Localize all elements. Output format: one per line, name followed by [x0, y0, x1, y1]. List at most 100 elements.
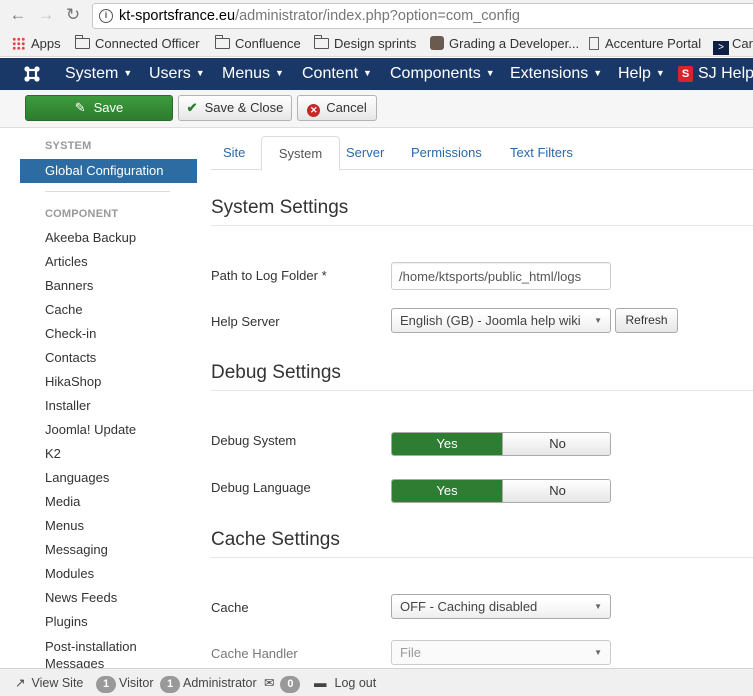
bookmark-confluence[interactable]: Confluence [215, 35, 301, 54]
help-server-select[interactable]: English (GB) - Joomla help wiki ▼ [391, 308, 611, 333]
debug-system-yes[interactable]: Yes [392, 433, 502, 455]
back-arrow-icon[interactable]: ← [8, 5, 28, 25]
forward-arrow-icon[interactable]: → [36, 5, 56, 25]
sidebar-item-cache[interactable]: Cache [45, 302, 83, 317]
sidebar-item-media[interactable]: Media [45, 494, 80, 509]
url-host: kt-sportsfrance.eu [119, 8, 236, 24]
sidebar-item-banners[interactable]: Banners [45, 278, 93, 293]
sidebar-item-modules[interactable]: Modules [45, 566, 94, 581]
view-site-label: View Site [31, 676, 84, 690]
sidebar-item-joomla-update[interactable]: Joomla! Update [45, 422, 136, 437]
select-arrow-icon: ▼ [594, 648, 602, 657]
tab-site[interactable]: Site [211, 136, 257, 170]
sidebar-item-messaging[interactable]: Messaging [45, 542, 108, 557]
address-bar[interactable]: i kt-sportsfrance.eu/administrator/index… [92, 3, 753, 29]
select-arrow-icon: ▼ [594, 602, 602, 611]
sj-help-icon: S [678, 66, 693, 82]
cache-select[interactable]: OFF - Caching disabled ▼ [391, 594, 611, 619]
section-divider [211, 557, 753, 558]
cache-settings-title: Cache Settings [211, 529, 340, 550]
debug-language-no[interactable]: No [502, 480, 610, 502]
bookmark-grading[interactable]: Grading a Developer... [430, 36, 579, 54]
save-close-button[interactable]: ✔ Save & Close [178, 95, 292, 121]
menu-components[interactable]: Components ▼ [390, 58, 495, 90]
sidebar-item-languages[interactable]: Languages [45, 470, 109, 485]
folder-icon [215, 35, 230, 49]
cancel-button[interactable]: ✕ Cancel [297, 95, 377, 121]
sidebar-item-menus[interactable]: Menus [45, 518, 84, 533]
bookmark-accenture-portal[interactable]: Accenture Portal [589, 36, 701, 54]
sidebar-item-hikashop[interactable]: HikaShop [45, 374, 101, 389]
view-site-link[interactable]: ↗ View Site [15, 675, 83, 693]
menu-sj-help[interactable]: S SJ Help [678, 58, 753, 90]
tab-permissions[interactable]: Permissions [399, 136, 494, 170]
page-icon [589, 37, 599, 50]
sidebar-item-news-feeds[interactable]: News Feeds [45, 590, 117, 605]
save-button[interactable]: ✎ Save [25, 95, 173, 121]
debug-system-label: Debug System [211, 433, 297, 448]
jira-icon: > [713, 41, 729, 55]
bookmarks-bar: Apps Connected Officer Confluence Design… [0, 32, 753, 57]
section-divider [211, 390, 753, 391]
menu-label: Content [302, 65, 359, 82]
sidebar-item-global-configuration[interactable]: Global Configuration [20, 159, 197, 183]
menu-help[interactable]: Help ▼ [618, 58, 665, 90]
cache-handler-select[interactable]: File ▼ [391, 640, 611, 665]
sidebar-item-articles[interactable]: Articles [45, 254, 88, 269]
sidebar-divider [45, 191, 170, 192]
debug-system-toggle: Yes No [391, 432, 611, 456]
sidebar-item-k2[interactable]: K2 [45, 446, 61, 461]
logout-link[interactable]: ▬ Log out [314, 675, 376, 693]
browser-toolbar: ← → ↻ i kt-sportsfrance.eu/administrator… [0, 0, 753, 32]
sidebar-item-plugins[interactable]: Plugins [45, 614, 88, 629]
bookmark-design-sprints[interactable]: Design sprints [314, 35, 416, 54]
debug-language-yes[interactable]: Yes [392, 480, 502, 502]
folder-icon [314, 35, 329, 49]
cancel-icon: ✕ [307, 104, 321, 117]
folder-icon [75, 35, 90, 49]
bookmark-car[interactable]: > Car [713, 36, 753, 55]
refresh-button[interactable]: Refresh [615, 308, 678, 333]
tab-server[interactable]: Server [334, 136, 396, 170]
cancel-label: Cancel [326, 100, 367, 115]
menu-users[interactable]: Users ▼ [149, 58, 205, 90]
caret-down-icon: ▼ [363, 68, 372, 78]
visitor-status: 1 Visitor [96, 675, 154, 693]
debug-system-no[interactable]: No [502, 433, 610, 455]
info-icon[interactable]: i [99, 9, 113, 23]
cache-handler-label: Cache Handler [211, 646, 298, 661]
sidebar-item-check-in[interactable]: Check-in [45, 326, 96, 341]
reload-icon[interactable]: ↻ [63, 5, 83, 25]
tab-text-filters[interactable]: Text Filters [498, 136, 585, 170]
bookmark-apps[interactable]: Apps [12, 36, 61, 54]
logout-label: Log out [334, 676, 377, 690]
menu-label: SJ Help [698, 65, 753, 82]
menu-menus[interactable]: Menus ▼ [222, 58, 284, 90]
edit-icon: ✎ [74, 100, 86, 115]
menu-extensions[interactable]: Extensions ▼ [510, 58, 602, 90]
sidebar-heading-system: SYSTEM [45, 140, 92, 152]
sidebar-item-akeeba-backup[interactable]: Akeeba Backup [45, 230, 136, 245]
messages-status[interactable]: ✉ 0 [264, 675, 303, 693]
sidebar-item-post-installation-messages[interactable]: Post-installation Messages [45, 638, 155, 668]
bookmark-connected-officer[interactable]: Connected Officer [75, 35, 200, 54]
bookmark-label: Connected Officer [95, 36, 200, 51]
save-label: Save [93, 100, 124, 115]
sidebar-item-installer[interactable]: Installer [45, 398, 91, 413]
log-folder-input[interactable] [391, 262, 611, 290]
save-close-label: Save & Close [204, 100, 284, 115]
menu-system[interactable]: System ▼ [65, 58, 132, 90]
administrator-label: Administrator [183, 676, 257, 690]
menu-label: Help [618, 65, 651, 82]
config-tabs: Site System Server Permissions Text Filt… [211, 136, 753, 171]
system-settings-title: System Settings [211, 197, 349, 218]
sidebar-item-contacts[interactable]: Contacts [45, 350, 96, 365]
menu-content[interactable]: Content ▼ [302, 58, 372, 90]
menu-label: Users [149, 65, 191, 82]
help-server-label: Help Server [211, 314, 280, 329]
menu-label: Components [390, 65, 481, 82]
admin-count-badge: 1 [160, 676, 180, 693]
joomla-logo-icon[interactable] [23, 65, 41, 83]
tab-system[interactable]: System [261, 136, 340, 171]
sidebar-heading-component: COMPONENT [45, 208, 119, 220]
